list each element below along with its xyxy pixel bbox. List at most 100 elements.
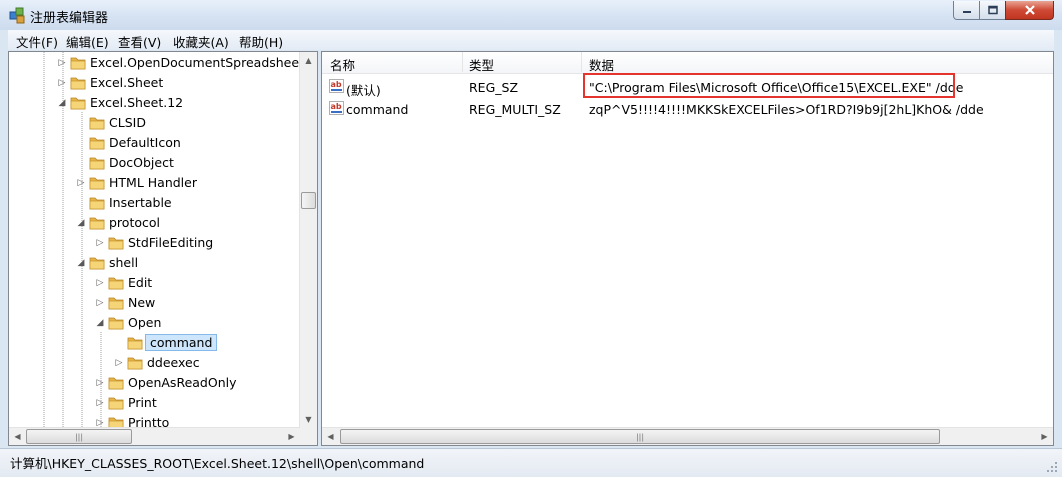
column-divider[interactable] (581, 52, 582, 72)
collapse-arrow-icon[interactable]: ◢ (95, 318, 105, 328)
folder-icon (127, 335, 143, 350)
folder-icon (108, 315, 124, 330)
tree-node-openasreadonly[interactable]: ▷ OpenAsReadOnly (9, 373, 301, 393)
tree-node-stdfileediting[interactable]: ▷ StdFileEditing (9, 233, 301, 253)
value-name: command (346, 102, 409, 117)
folder-icon (108, 395, 124, 410)
tree-node-edit[interactable]: ▷ Edit (9, 273, 301, 293)
expand-arrow-icon[interactable]: ▷ (57, 78, 67, 88)
tree-node-label[interactable]: New (126, 295, 157, 310)
tree-node-command[interactable]: command (9, 333, 301, 353)
tree-node-label[interactable]: CLSID (107, 115, 148, 130)
tree-node-label[interactable]: HTML Handler (107, 175, 199, 190)
value-type: REG_SZ (469, 80, 519, 95)
expand-arrow-icon[interactable]: ▷ (95, 278, 105, 288)
tree-node-html-handler[interactable]: ▷ HTML Handler (9, 173, 301, 193)
folder-icon (127, 355, 143, 370)
scroll-left-arrow-icon[interactable]: ◀ (322, 428, 339, 445)
column-header-name[interactable]: 名称 (330, 55, 355, 74)
tree-horizontal-scrollbar[interactable]: ◀ ||| ▶ (9, 427, 300, 445)
menu-bar: 文件(F) 编辑(E) 查看(V) 收藏夹(A) 帮助(H) (8, 30, 1054, 50)
column-header-data[interactable]: 数据 (589, 55, 614, 74)
expand-arrow-icon[interactable]: ▷ (95, 398, 105, 408)
maximize-icon (987, 5, 998, 15)
maximize-button[interactable] (979, 1, 1006, 20)
tree-node-ddeexec[interactable]: ▷ ddeexec (9, 353, 301, 373)
column-header-type[interactable]: 类型 (469, 55, 494, 74)
tree-vscroll-thumb[interactable] (301, 192, 316, 209)
tree-node-defaulticon[interactable]: DefaultIcon (9, 133, 301, 153)
scroll-down-arrow-icon[interactable]: ▼ (300, 411, 317, 428)
scroll-left-arrow-icon[interactable]: ◀ (9, 428, 26, 445)
tree-node-label[interactable]: DefaultIcon (107, 135, 183, 150)
values-list-pane[interactable]: 名称 类型 数据 ab (默认) REG_SZ "C:\Program File… (321, 51, 1054, 446)
menu-favorites[interactable]: 收藏夹(A) (171, 32, 231, 51)
column-divider[interactable] (462, 52, 463, 72)
string-value-icon: ab (329, 79, 344, 93)
tree-node-label[interactable]: Insertable (107, 195, 174, 210)
tree-node-protocol[interactable]: ◢ protocol (9, 213, 301, 233)
expand-arrow-icon[interactable]: ▷ (57, 58, 67, 68)
scroll-corner (300, 428, 317, 445)
tree-node-open[interactable]: ◢ Open (9, 313, 301, 333)
expand-arrow-icon[interactable]: ▷ (95, 298, 105, 308)
registry-tree-pane[interactable]: ▷ Excel.OpenDocumentSpreadsheet.12 ▷ Excel.… (8, 51, 318, 446)
tree-node-label[interactable]: command (145, 334, 218, 351)
list-horizontal-scrollbar[interactable]: ◀ ||| ▶ (322, 427, 1053, 445)
tree-node-label[interactable]: Edit (126, 275, 154, 290)
menu-view[interactable]: 查看(V) (116, 32, 163, 51)
tree-node-label[interactable]: StdFileEditing (126, 235, 215, 250)
string-value-icon: ab (329, 101, 344, 115)
tree-node-new[interactable]: ▷ New (9, 293, 301, 313)
expand-arrow-icon[interactable]: ▷ (95, 378, 105, 388)
tree-vertical-scrollbar[interactable]: ▲ ▼ (299, 52, 317, 428)
tree-node-label[interactable]: Open (126, 315, 163, 330)
list-hscroll-thumb[interactable]: ||| (340, 429, 940, 444)
tree-node-label[interactable]: OpenAsReadOnly (126, 375, 239, 390)
tree-hscroll-thumb[interactable]: ||| (26, 429, 132, 444)
regedit-app-icon (9, 7, 25, 24)
menu-edit[interactable]: 编辑(E) (64, 32, 111, 51)
grip-icon: ||| (74, 432, 84, 441)
list-header: 名称 类型 数据 (322, 52, 1053, 74)
tree-node-label[interactable]: ddeexec (145, 355, 202, 370)
folder-icon (108, 295, 124, 310)
scroll-right-arrow-icon[interactable]: ▶ (283, 428, 300, 445)
minimize-icon (962, 11, 971, 13)
minimize-button[interactable] (953, 1, 980, 20)
menu-help[interactable]: 帮助(H) (237, 32, 285, 51)
tree-node-print[interactable]: ▷ Print (9, 393, 301, 413)
value-row[interactable]: ab command REG_MULTI_SZ zqP^V5!!!!4!!!!M… (322, 98, 1053, 119)
tree-node-label[interactable]: Excel.OpenDocumentSpreadsheet.12 (88, 55, 317, 70)
menu-file[interactable]: 文件(F) (14, 32, 60, 51)
expand-arrow-icon[interactable]: ▷ (76, 178, 86, 188)
collapse-arrow-icon[interactable]: ◢ (57, 98, 67, 108)
scroll-up-arrow-icon[interactable]: ▲ (300, 52, 317, 69)
tree-node-clsid[interactable]: CLSID (9, 113, 301, 133)
folder-icon (89, 195, 105, 210)
svg-text:ab: ab (331, 80, 342, 89)
expand-arrow-icon[interactable]: ▷ (114, 358, 124, 368)
scroll-right-arrow-icon[interactable]: ▶ (1036, 428, 1053, 445)
tree-node-label[interactable]: Excel.Sheet (88, 75, 165, 90)
tree-node-label[interactable]: Print (126, 395, 159, 410)
tree-node-label[interactable]: shell (107, 255, 140, 270)
folder-icon (89, 175, 105, 190)
title-bar: 注册表编辑器 (0, 0, 1062, 30)
tree-node-label[interactable]: DocObject (107, 155, 176, 170)
expand-arrow-icon[interactable]: ▷ (95, 238, 105, 248)
resize-grip-icon[interactable] (1046, 461, 1058, 473)
tree-node-excel-sheet[interactable]: ▷ Excel.Sheet (9, 73, 301, 93)
tree-node-docobject[interactable]: DocObject (9, 153, 301, 173)
tree-node-excel-sheet-12[interactable]: ◢ Excel.Sheet.12 (9, 93, 301, 113)
tree-node-label[interactable]: Excel.Sheet.12 (88, 95, 185, 110)
collapse-arrow-icon[interactable]: ◢ (76, 258, 86, 268)
close-button[interactable] (1005, 1, 1054, 20)
tree-node-label[interactable]: protocol (107, 215, 162, 230)
tree-node-shell[interactable]: ◢ shell (9, 253, 301, 273)
tree-node-excel-opendocumentspreadsheet-12[interactable]: ▷ Excel.OpenDocumentSpreadsheet.12 (9, 53, 317, 73)
tree-node-insertable[interactable]: Insertable (9, 193, 301, 213)
svg-text:ab: ab (331, 102, 342, 111)
window-title: 注册表编辑器 (30, 11, 109, 26)
collapse-arrow-icon[interactable]: ◢ (76, 218, 86, 228)
